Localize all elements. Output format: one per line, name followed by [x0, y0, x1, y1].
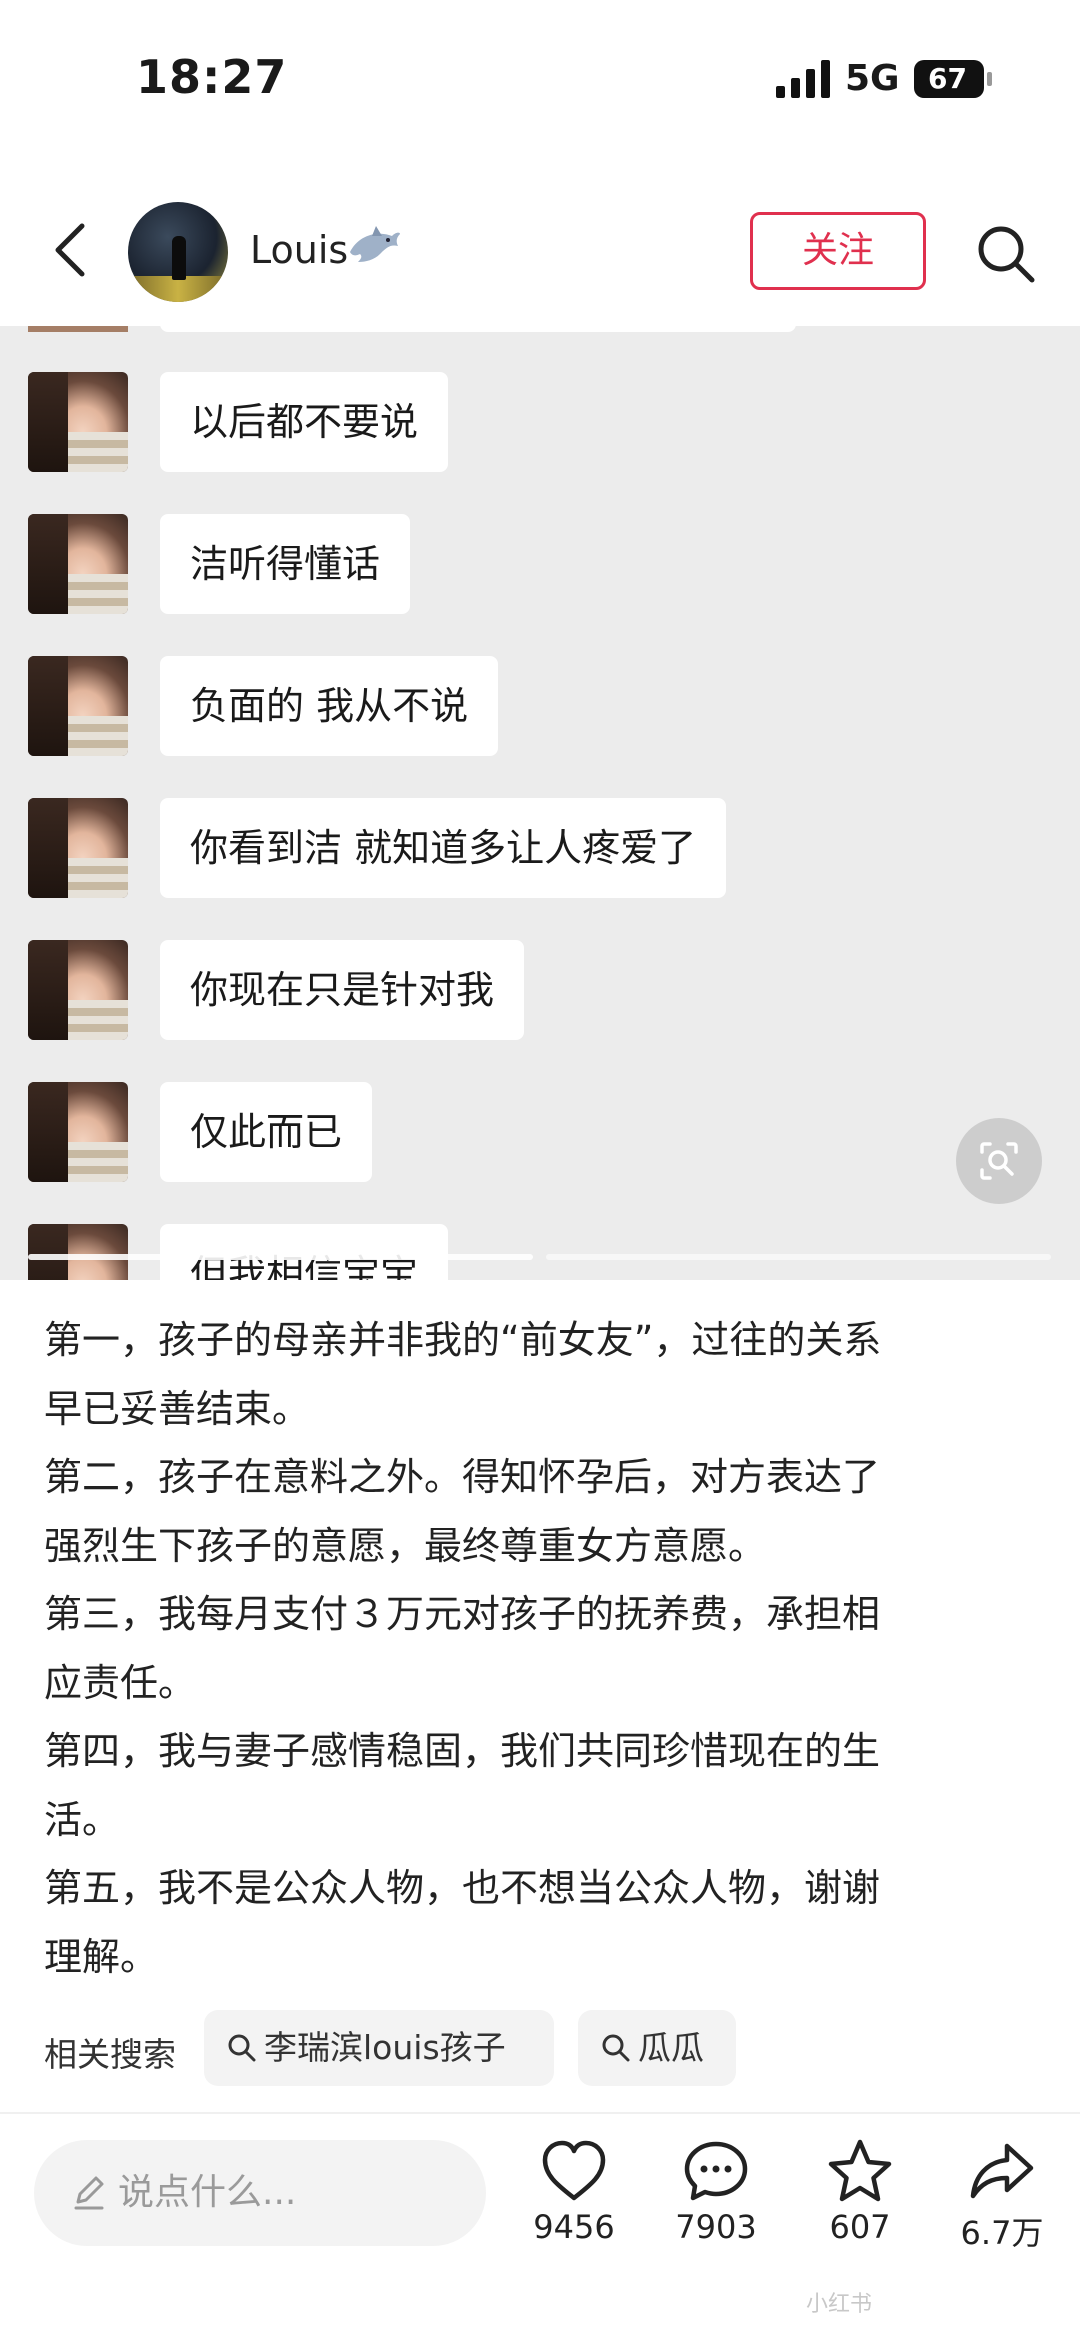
chat-avatar — [28, 1082, 128, 1182]
chat-avatar — [28, 372, 128, 472]
watermark: 小红书 — [806, 2292, 873, 2317]
comment-button[interactable]: 7903 — [656, 2138, 776, 2258]
post-line: 早已妥善结束。 — [44, 1386, 311, 1431]
search-icon[interactable] — [974, 222, 1038, 286]
related-search-chip[interactable]: 李瑞滨louis孩子 — [204, 2010, 554, 2086]
chat-message: 你看到洁 就知道多让人疼爱了 — [0, 798, 1080, 908]
chat-bubble: 但我相信宝宝 — [160, 1224, 449, 1280]
comment-input[interactable]: 说点什么... — [34, 2140, 486, 2246]
chip-label: 李瑞滨louis孩子 — [264, 2028, 506, 2067]
signal-icon — [776, 60, 830, 98]
chat-message: 仅此而已 — [0, 1082, 1080, 1192]
chat-avatar — [28, 514, 128, 614]
chat-avatar — [28, 798, 128, 898]
related-search-chip[interactable]: 瓜瓜 — [578, 2010, 736, 2086]
share-button[interactable]: 6.7万 — [942, 2138, 1062, 2258]
favorite-count: 607 — [829, 2208, 891, 2246]
like-count: 9456 — [533, 2208, 615, 2246]
chat-message: 负面的 我从不说 — [0, 656, 1080, 766]
chat-avatar — [28, 1224, 128, 1280]
favorite-button[interactable]: 607 — [800, 2138, 920, 2258]
comment-count: 7903 — [675, 2208, 757, 2246]
chat-avatar — [28, 656, 128, 756]
post-line: 第四，我与妻子感情稳固，我们共同珍惜现在的生 — [44, 1729, 881, 1773]
heart-icon — [542, 2140, 606, 2201]
search-icon — [228, 2034, 256, 2062]
battery-level: 67 — [914, 60, 992, 98]
author-name[interactable]: Louis — [250, 228, 348, 272]
post-header: Louis 关注 — [0, 160, 1080, 328]
post-line: 第一，孩子的母亲并非我的“前女友”，过往的关系 — [44, 1318, 882, 1362]
related-search-label: 相关搜索 — [44, 2035, 176, 2074]
post-line: 理解。 — [44, 1934, 159, 1979]
post-image[interactable]: 以后都不要说 洁听得懂话 负面的 我从不说 你看到洁 就知道多让人疼爱了 你现在… — [0, 326, 1080, 1280]
dolphin-icon — [350, 226, 400, 262]
post-line: 第五，我不是公众人物，也不想当公众人物，谢谢 — [44, 1866, 881, 1910]
related-search: 相关搜索 李瑞滨louis孩子 瓜瓜 — [44, 2010, 1044, 2086]
scan-icon[interactable] — [956, 1118, 1042, 1204]
like-button[interactable]: 9456 — [514, 2138, 634, 2258]
post-line: 应责任。 — [44, 1660, 197, 1705]
pencil-icon — [74, 2176, 104, 2210]
post-line: 活。 — [44, 1797, 121, 1842]
share-count: 6.7万 — [960, 2214, 1044, 2252]
chat-bubble: 仅此而已 — [160, 1082, 373, 1182]
network-type: 5G — [845, 58, 900, 99]
comment-placeholder: 说点什么... — [118, 2172, 297, 2213]
chat-message: 以后都不要说 — [0, 372, 1080, 482]
star-icon — [828, 2139, 892, 2202]
follow-button[interactable]: 关注 — [750, 212, 926, 290]
chat-bubble: 你现在只是针对我 — [160, 940, 525, 1040]
status-bar: 18:27 5G 67 — [0, 0, 1080, 160]
post-content: 第一，孩子的母亲并非我的“前女友”，过往的关系 早已妥善结束。 第二，孩子在意料… — [44, 1306, 1034, 1991]
image-indicator — [546, 1254, 1051, 1260]
chat-avatar — [28, 940, 128, 1040]
share-icon — [970, 2143, 1034, 2199]
post-line: 强烈生下孩子的意愿，最终尊重女方意愿。 — [44, 1523, 767, 1568]
post-line: 第二，孩子在意料之外。得知怀孕后，对方表达了 — [44, 1455, 881, 1499]
chat-message: 但我相信宝宝 — [0, 1224, 1080, 1280]
divider — [0, 2112, 1080, 2114]
cropped-bubble — [160, 326, 796, 332]
cropped-avatar — [28, 326, 128, 332]
back-icon[interactable] — [48, 220, 92, 280]
image-indicator-active — [28, 1254, 533, 1260]
chat-bubble: 以后都不要说 — [160, 372, 449, 472]
post-line: 第三，我每月支付３万元对孩子的抚养费，承担相 — [44, 1592, 881, 1636]
chip-label: 瓜瓜 — [638, 2028, 704, 2067]
chat-bubble: 洁听得懂话 — [160, 514, 411, 614]
chat-bubble: 你看到洁 就知道多让人疼爱了 — [160, 798, 727, 898]
chat-message: 洁听得懂话 — [0, 514, 1080, 624]
comment-icon — [684, 2141, 748, 2201]
status-time: 18:27 — [136, 50, 288, 104]
author-avatar[interactable] — [128, 202, 228, 302]
chat-bubble: 负面的 我从不说 — [160, 656, 499, 756]
search-icon — [602, 2034, 630, 2062]
chat-message: 你现在只是针对我 — [0, 940, 1080, 1050]
